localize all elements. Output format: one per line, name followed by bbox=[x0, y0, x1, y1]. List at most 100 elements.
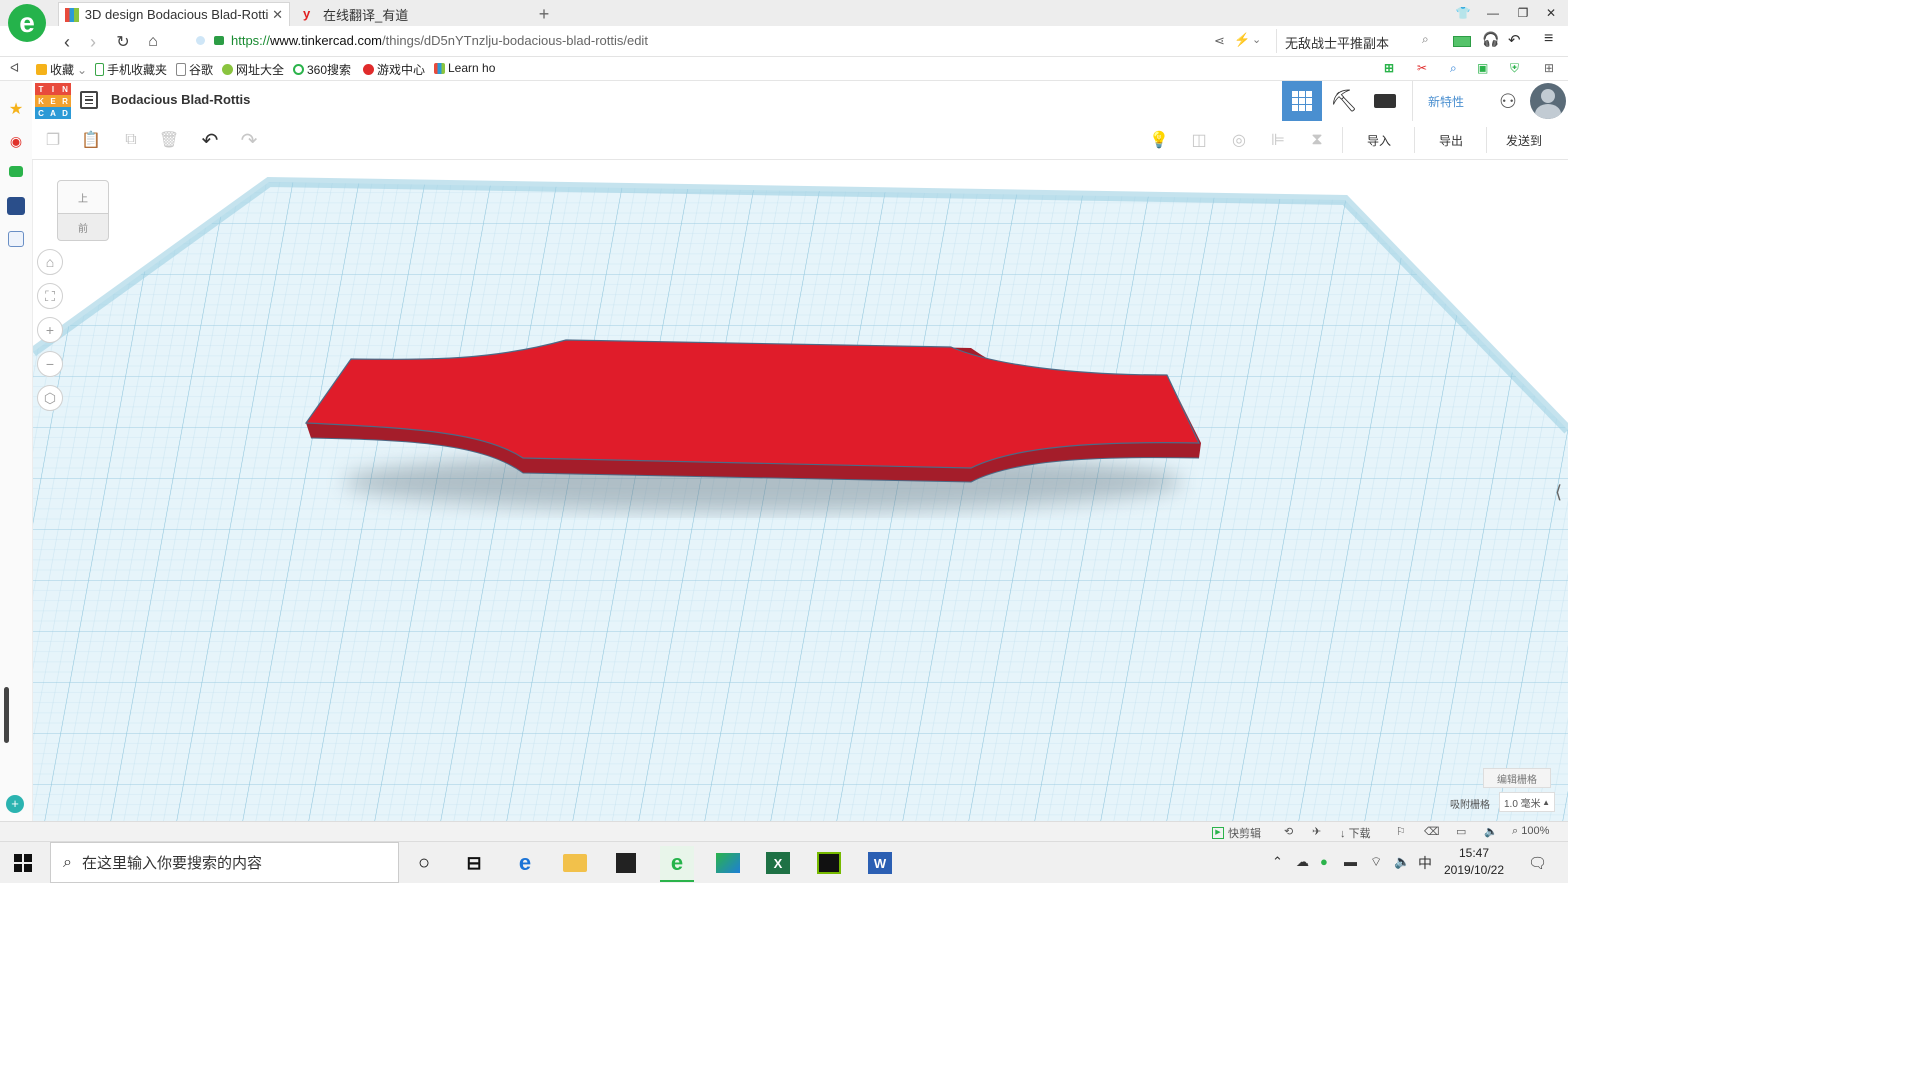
shapes-panel-toggle-icon[interactable]: ⟨ bbox=[1555, 482, 1562, 503]
news-icon[interactable] bbox=[7, 197, 25, 215]
360-browser-icon[interactable]: e bbox=[660, 846, 694, 882]
design-list-icon[interactable] bbox=[80, 91, 98, 109]
tab-tinkercad[interactable]: 3D design Bodacious Blad-Rotti ✕ bbox=[58, 2, 290, 26]
edge-icon[interactable]: e bbox=[508, 846, 542, 880]
close-window-icon[interactable]: ✕ bbox=[1538, 3, 1564, 23]
back-icon[interactable]: ‹ bbox=[56, 31, 78, 53]
ext-game-icon[interactable]: ▣ bbox=[1477, 61, 1488, 75]
close-icon[interactable]: ✕ bbox=[272, 7, 283, 23]
clock[interactable]: 15:47 2019/10/22 bbox=[1440, 845, 1508, 879]
zoom-in-icon[interactable]: + bbox=[37, 317, 63, 343]
ungroup-icon[interactable]: ◎ bbox=[1226, 128, 1252, 152]
cortana-icon[interactable]: ○ bbox=[407, 846, 441, 880]
snap-grid-select[interactable]: 1.0 毫米 ▲ bbox=[1499, 792, 1555, 812]
undo-icon[interactable]: ↶ bbox=[197, 128, 223, 152]
tray-chevron-up-icon[interactable]: ⌃ bbox=[1272, 854, 1283, 870]
mail-icon[interactable] bbox=[9, 166, 23, 177]
home-icon[interactable]: ⌂ bbox=[142, 31, 164, 53]
skin-icon[interactable]: 👕 bbox=[1450, 3, 1476, 23]
notification-icon[interactable]: 🗨 bbox=[1528, 854, 1547, 872]
maximize-icon[interactable]: ❐ bbox=[1510, 3, 1536, 23]
send-to-button[interactable]: 发送到 bbox=[1486, 127, 1561, 153]
taskbar-search[interactable]: ⌕ 在这里输入你要搜索的内容 bbox=[50, 842, 399, 883]
store-icon[interactable] bbox=[609, 846, 643, 880]
ext-search-icon[interactable]: ⌕ bbox=[1450, 61, 1457, 76]
add-panel-icon[interactable]: + bbox=[6, 795, 24, 813]
view-cube-front[interactable]: 前 bbox=[57, 213, 109, 241]
menu-icon[interactable]: ≡ bbox=[1544, 30, 1553, 48]
import-button[interactable]: 导入 bbox=[1342, 127, 1415, 153]
headset-icon[interactable]: 🎧 bbox=[1482, 31, 1499, 48]
speed-icon[interactable]: ⟲ bbox=[1284, 825, 1293, 838]
volume-icon[interactable]: 🔈 bbox=[1484, 825, 1498, 838]
search-engine-input[interactable]: 无敌战士平推副本 ⌕ bbox=[1276, 29, 1437, 53]
download-button[interactable]: ↓ 下载 bbox=[1340, 825, 1371, 841]
video-player-icon[interactable] bbox=[711, 846, 745, 880]
chevron-down-icon[interactable]: ⌄ bbox=[1252, 33, 1261, 46]
delete-icon[interactable]: 🗑 bbox=[156, 128, 182, 152]
design-name[interactable]: Bodacious Blad-Rottis bbox=[111, 92, 250, 107]
lightning-icon[interactable]: ⚡ bbox=[1234, 32, 1250, 48]
reload-icon[interactable]: ↻ bbox=[112, 31, 134, 53]
share-icon[interactable]: ⋖ bbox=[1214, 33, 1225, 49]
bookmark-mobile[interactable]: 手机收藏夹 bbox=[95, 61, 167, 78]
export-button[interactable]: 导出 bbox=[1414, 127, 1487, 153]
bookmark-favorites[interactable]: 收藏 ⌄ bbox=[36, 61, 87, 78]
add-user-icon[interactable]: ⚇ bbox=[1490, 81, 1526, 121]
url-input[interactable]: https://www.tinkercad.com/things/dD5nYTn… bbox=[231, 33, 648, 48]
home-view-icon[interactable]: ⌂ bbox=[37, 249, 63, 275]
battery-tray-icon[interactable]: ▬ bbox=[1344, 854, 1357, 869]
bookmark-360search[interactable]: 360搜索 bbox=[293, 61, 351, 78]
ortho-view-icon[interactable]: ⬡ bbox=[37, 385, 63, 411]
zoom-level[interactable]: ⌕ 100% bbox=[1512, 825, 1549, 838]
notes-icon[interactable] bbox=[8, 231, 24, 247]
undo-close-icon[interactable]: ↶ bbox=[1508, 31, 1521, 49]
zoom-out-icon[interactable]: − bbox=[37, 351, 63, 377]
avatar[interactable] bbox=[1529, 81, 1567, 121]
duplicate-icon[interactable]: ⧉ bbox=[118, 128, 144, 152]
tab-youdao[interactable]: y 在线翻译_有道 bbox=[297, 2, 529, 26]
word-icon[interactable]: W bbox=[863, 846, 897, 880]
wifi-icon[interactable]: ⌔ bbox=[1370, 854, 1382, 870]
ext-apps-icon[interactable]: ⊞ bbox=[1544, 61, 1554, 75]
forward-icon[interactable]: › bbox=[82, 31, 104, 53]
bookmark-games[interactable]: 游戏中心 bbox=[363, 61, 425, 78]
search-icon[interactable]: ⌕ bbox=[1422, 32, 1429, 47]
weibo-icon[interactable]: ◉ bbox=[7, 133, 25, 151]
bookmark-google[interactable]: 谷歌 bbox=[176, 61, 213, 78]
bookmark-hao360[interactable]: 网址大全 bbox=[222, 61, 284, 78]
volume-tray-icon[interactable]: 🔈 bbox=[1394, 854, 1410, 870]
view-cube[interactable]: 上 前 bbox=[57, 180, 109, 242]
light-bulb-icon[interactable]: 💡 bbox=[1146, 128, 1172, 152]
favorites-star-icon[interactable]: ★ bbox=[7, 99, 25, 118]
view-cube-top[interactable]: 上 bbox=[57, 180, 109, 214]
window-icon[interactable]: ▭ bbox=[1456, 825, 1466, 838]
flag-icon[interactable]: ⚐ bbox=[1396, 825, 1406, 838]
file-explorer-icon[interactable] bbox=[558, 846, 592, 880]
group-icon[interactable]: ◫ bbox=[1186, 128, 1212, 152]
excel-icon[interactable]: X bbox=[761, 846, 795, 880]
360-security-icon[interactable]: ● bbox=[1320, 854, 1328, 869]
ext-tools-icon[interactable]: ✂ bbox=[1417, 61, 1427, 75]
kuaijianji-button[interactable]: ▶ 快剪辑 bbox=[1212, 825, 1261, 841]
new-tab-button[interactable]: + bbox=[532, 2, 556, 26]
ext-translate-icon[interactable]: ⊞ bbox=[1384, 61, 1394, 75]
workplane-svg[interactable] bbox=[33, 160, 1568, 821]
edit-grid-button[interactable]: 编辑栅格 bbox=[1483, 768, 1551, 788]
workplane-viewport[interactable]: 上 前 ⌂ ⛶ + − ⬡ ⟨ 编辑栅格 吸附栅格 1.0 毫米 ▲ bbox=[33, 160, 1568, 821]
copy-icon[interactable]: ❐ bbox=[40, 128, 66, 152]
nvidia-icon[interactable] bbox=[812, 846, 846, 880]
paste-icon[interactable]: 📋 bbox=[78, 128, 104, 152]
blocks-button[interactable]: ⛏ bbox=[1324, 81, 1364, 121]
ext-shield-icon[interactable]: ⛨ bbox=[1510, 61, 1519, 76]
bookmark-learn[interactable]: Learn ho bbox=[434, 61, 495, 75]
clean-icon[interactable]: ⌫ bbox=[1424, 825, 1440, 838]
ime-indicator[interactable]: 中 bbox=[1418, 853, 1432, 873]
3d-view-button[interactable] bbox=[1282, 81, 1322, 121]
redo-icon[interactable]: ↷ bbox=[236, 128, 262, 152]
tinkercad-logo[interactable]: TIN KER CAD bbox=[35, 83, 71, 119]
bricks-button[interactable] bbox=[1365, 81, 1405, 121]
pin-icon[interactable]: ✈ bbox=[1312, 825, 1321, 838]
task-view-icon[interactable]: ⊟ bbox=[457, 846, 491, 880]
onedrive-icon[interactable]: ☁ bbox=[1296, 854, 1309, 870]
